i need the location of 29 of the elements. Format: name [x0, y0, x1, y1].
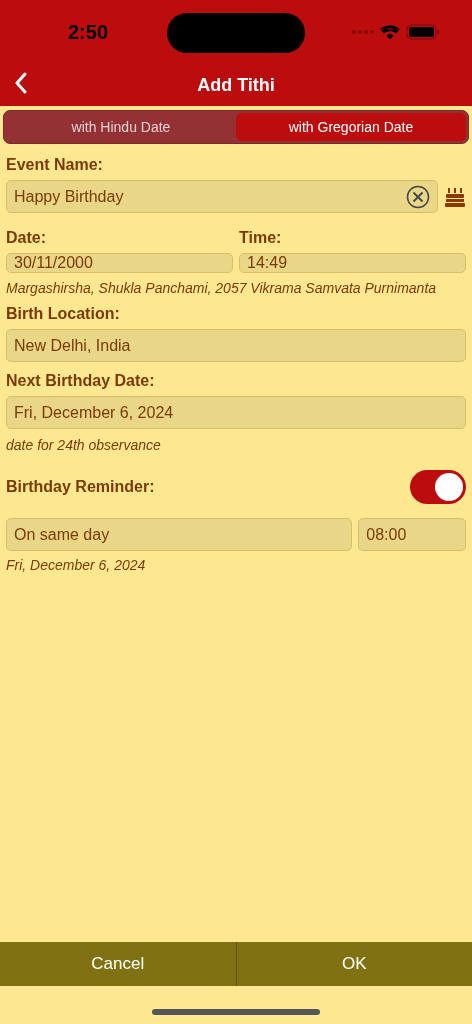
battery-icon [406, 24, 440, 40]
time-field[interactable]: 14:49 [239, 253, 466, 273]
cake-icon[interactable] [444, 185, 466, 208]
hindu-date-note: Margashirsha, Shukla Panchami, 2057 Vikrama Samvata Purnimanta [6, 279, 438, 298]
reminder-toggle[interactable] [410, 470, 466, 504]
date-field[interactable]: 30/11/2000 [6, 253, 233, 273]
field-label: Event Name: [6, 156, 104, 174]
signal-icon [352, 29, 374, 35]
status-time: 2:50 [68, 20, 109, 44]
next-birthday-field[interactable]: Fri, December 6, 2024 [6, 396, 466, 429]
reminder-date-note: Fri, December 6, 2024 [6, 556, 147, 575]
reminder-time-field[interactable]: 08:00 [358, 518, 466, 551]
wifi-icon [380, 24, 400, 40]
segment-tab[interactable]: with Gregorian Date [236, 113, 466, 141]
footer-button[interactable]: OK [235, 942, 472, 986]
field-label: Next Birthday Date: [6, 372, 156, 390]
screen-title: Add Tithi [197, 74, 275, 96]
field-value: Happy Birthday [14, 187, 125, 206]
field-label: Date: [6, 229, 47, 247]
clear-icon[interactable] [406, 184, 430, 209]
segment-tab[interactable]: with Hindu Date [6, 113, 236, 141]
observance-note: date for 24th observance [6, 436, 162, 455]
location-field[interactable]: New Delhi, India [6, 329, 466, 362]
field-label: Birth Location: [6, 305, 121, 323]
field-label: Time: [239, 229, 283, 247]
footer-button[interactable]: Cancel [0, 942, 236, 986]
field-label: Birthday Reminder: [6, 478, 156, 496]
reminder-day-field[interactable]: On same day [6, 518, 353, 551]
event-name-field[interactable]: Happy Birthday [6, 180, 438, 213]
